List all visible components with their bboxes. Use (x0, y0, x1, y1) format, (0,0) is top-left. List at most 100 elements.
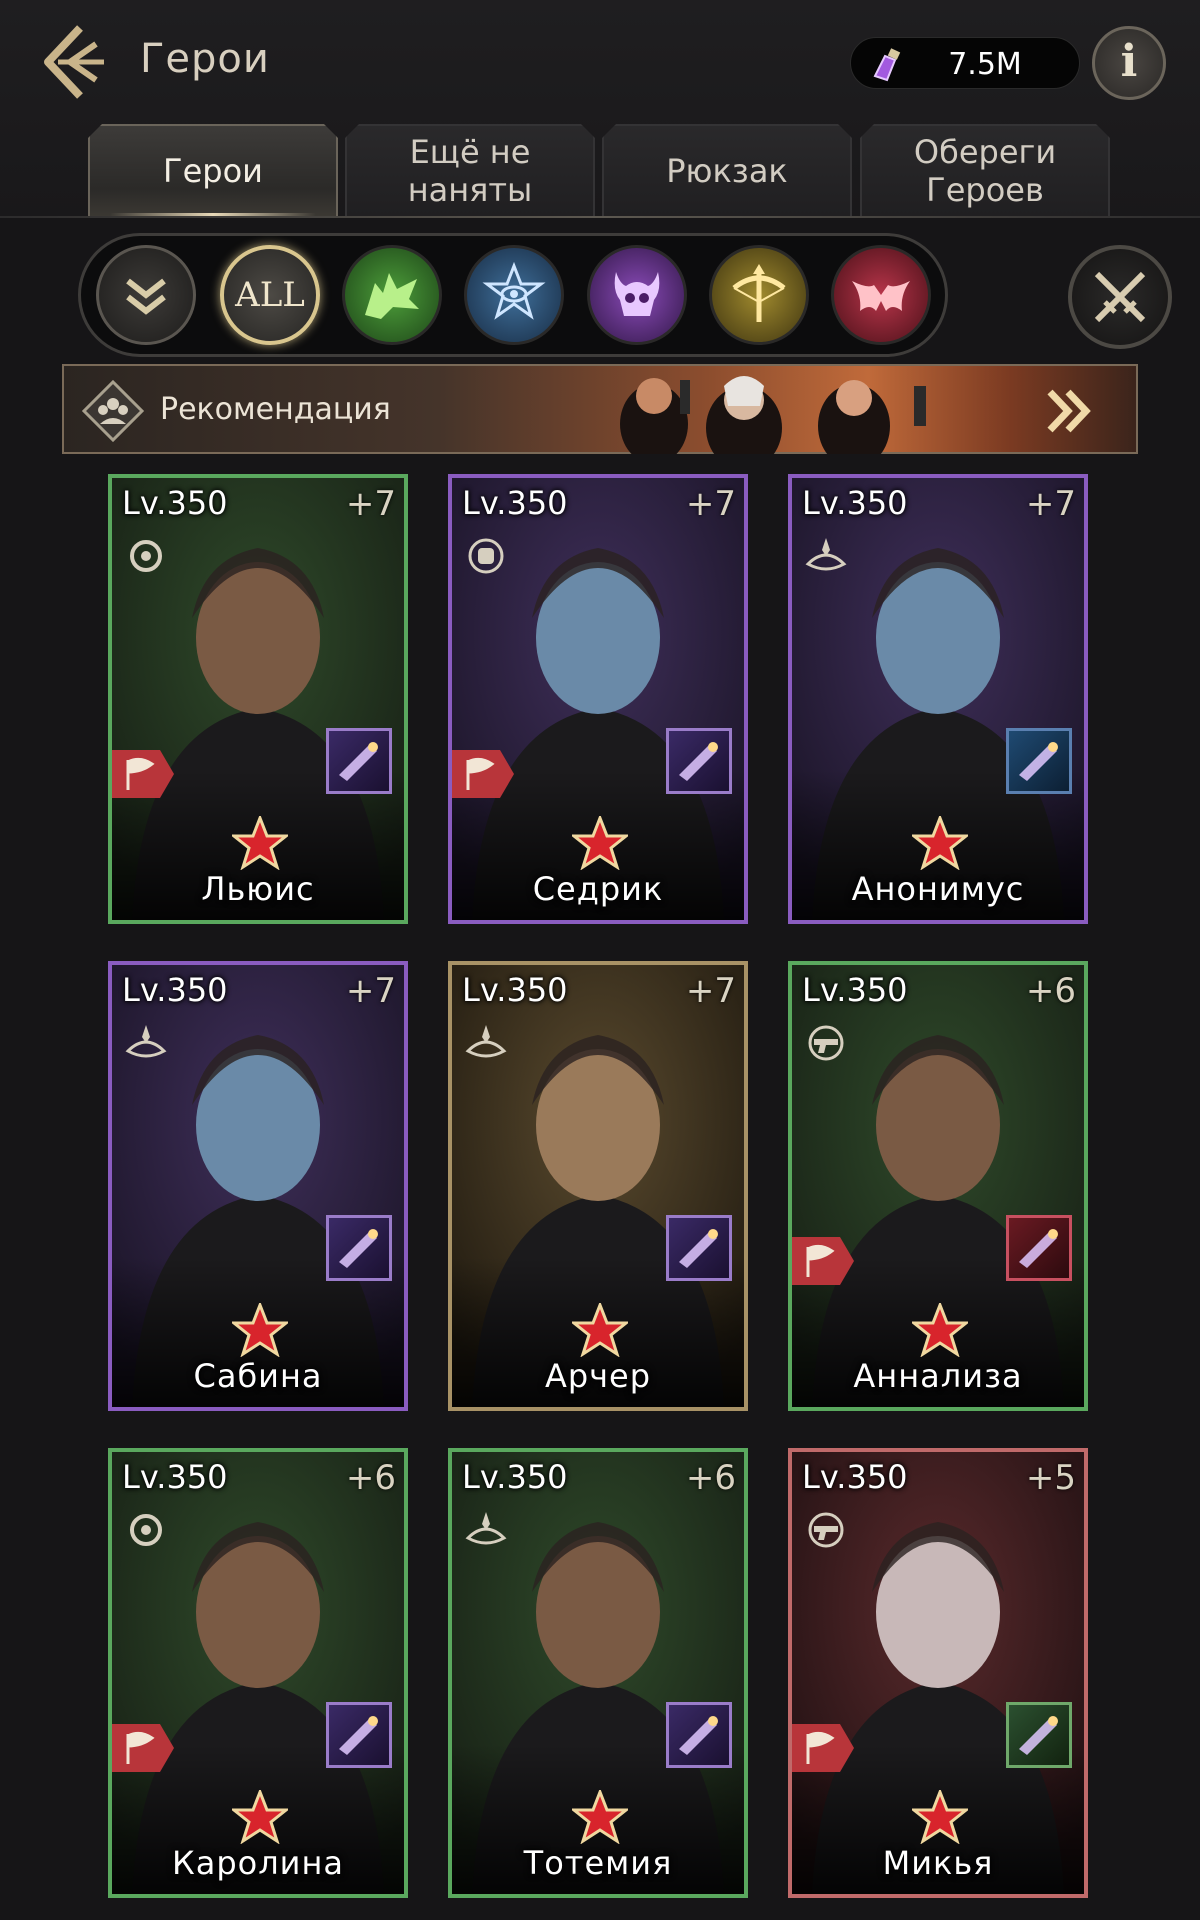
info-icon: i (1120, 36, 1138, 87)
scythe-icon[interactable] (666, 728, 732, 794)
hero-level: Lv.350 (462, 1458, 568, 1496)
lotus-class-icon (465, 1512, 507, 1545)
formation-button[interactable] (1068, 245, 1172, 349)
weapon-glyph (679, 1229, 718, 1268)
currency-display[interactable]: 7.5M (850, 37, 1080, 89)
hero-level: Lv.350 (462, 971, 568, 1009)
crossbow-faction-icon (732, 264, 786, 322)
weapon-glyph (1019, 742, 1058, 781)
hero-level: Lv.350 (802, 971, 908, 1009)
hero-card[interactable]: Lv.350 +6 Каролина (108, 1448, 408, 1898)
claws-icon[interactable] (326, 1702, 392, 1768)
flag-badge-icon (112, 750, 174, 798)
currency-amount: 7.5M (948, 47, 1022, 82)
fist-class-icon (468, 538, 504, 574)
recommended-heroes-art (620, 376, 926, 454)
hero-enhance-level: +7 (345, 971, 396, 1011)
tab-not-hired[interactable]: Ещё не наняты (345, 124, 595, 216)
hero-enhance-level: +6 (685, 1458, 736, 1498)
hero-card[interactable]: Lv.350 +5 Микья (788, 1448, 1088, 1898)
hero-enhance-level: +7 (685, 484, 736, 524)
pink-pistol-icon[interactable] (1006, 1215, 1072, 1281)
gear-class-icon (130, 540, 162, 572)
filter-crossbow-button[interactable] (709, 245, 809, 345)
golden-pistol-icon[interactable] (326, 728, 392, 794)
hero-card[interactable]: Lv.350 +7 Анонимус (788, 474, 1088, 924)
crossed-daggers-icon (1094, 271, 1146, 323)
wolf-faction-icon (365, 273, 419, 319)
red-star-icon (912, 1303, 968, 1357)
hero-name: Анонимус (851, 870, 1025, 908)
sickle-icon[interactable] (1006, 728, 1072, 794)
hero-level: Lv.350 (122, 971, 228, 1009)
eye-star-faction-icon (482, 262, 546, 320)
tab-divider (0, 216, 1200, 218)
lotus-class-icon (125, 1025, 167, 1058)
hero-card[interactable]: Lv.350 +7 Седрик (448, 474, 748, 924)
hero-enhance-level: +6 (1025, 971, 1076, 1011)
hero-name: Льюис (201, 870, 315, 908)
demon-skull-faction-icon (614, 272, 660, 316)
filter-all-label: ALL (235, 275, 305, 315)
wings-icon[interactable] (326, 1215, 392, 1281)
tab-hero-charms[interactable]: Обереги Героев (860, 124, 1110, 216)
hero-level: Lv.350 (122, 1458, 228, 1496)
red-star-icon (572, 816, 628, 870)
filter-bat-button[interactable] (831, 245, 931, 345)
hero-name: Арчер (544, 1357, 652, 1395)
filter-wolf-button[interactable] (342, 245, 442, 345)
flag-badge-icon (792, 1237, 854, 1285)
back-chevron-icon (44, 25, 104, 99)
hero-enhance-level: +5 (1025, 1458, 1076, 1498)
hero-level: Lv.350 (802, 484, 908, 522)
bat-faction-icon (852, 281, 910, 311)
weapon-glyph (339, 1716, 378, 1755)
red-star-icon (232, 1790, 288, 1844)
red-star-icon (572, 1790, 628, 1844)
hero-card[interactable]: Lv.350 +6 Тотемия (448, 1448, 748, 1898)
filter-collapse-button[interactable] (96, 245, 196, 345)
red-star-icon (572, 1303, 628, 1357)
filter-all-button[interactable]: ALL (220, 245, 320, 345)
dagger-icon[interactable] (1006, 1702, 1072, 1768)
hero-card[interactable]: Lv.350 +6 Аннализа (788, 961, 1088, 1411)
weapon-glyph (1019, 1716, 1058, 1755)
hero-enhance-level: +7 (1025, 484, 1076, 524)
hero-level: Lv.350 (122, 484, 228, 522)
filter-demon-button[interactable] (587, 245, 687, 345)
weapon-glyph (679, 1716, 718, 1755)
weapon-glyph (1019, 1229, 1058, 1268)
weapon-glyph (679, 742, 718, 781)
hero-card[interactable]: Lv.350 +7 Сабина (108, 961, 408, 1411)
red-star-icon (232, 1303, 288, 1357)
page-title: Герои (140, 36, 270, 82)
tab-heroes[interactable]: Герои (88, 124, 338, 216)
red-star-icon (912, 816, 968, 870)
red-star-icon (912, 1790, 968, 1844)
hero-enhance-level: +7 (685, 971, 736, 1011)
hero-name: Микья (882, 1844, 994, 1882)
hero-name: Тотемия (523, 1844, 673, 1882)
pistol-class-icon (808, 1512, 844, 1548)
flag-badge-icon (452, 750, 514, 798)
recommendation-banner[interactable]: Рекомендация (62, 364, 1138, 454)
filter-eye-button[interactable] (464, 245, 564, 345)
green-crystal-icon[interactable] (666, 1702, 732, 1768)
tab-bar: Герои Ещё не наняты Рюкзак Обереги Герое… (88, 124, 1110, 216)
flag-badge-icon (112, 1724, 174, 1772)
pistol-class-icon (808, 1025, 844, 1061)
hero-name: Сабина (193, 1357, 323, 1395)
red-star-icon (232, 816, 288, 870)
hero-card[interactable]: Lv.350 +7 Арчер (448, 961, 748, 1411)
weapon-glyph (339, 742, 378, 781)
weapon-glyph (339, 1229, 378, 1268)
hero-card[interactable]: Lv.350 +7 Льюис (108, 474, 408, 924)
gear-class-icon (130, 1514, 162, 1546)
info-button[interactable]: i (1092, 26, 1166, 100)
bow-icon[interactable] (666, 1215, 732, 1281)
back-button[interactable] (38, 22, 108, 102)
flag-badge-icon (792, 1724, 854, 1772)
hero-level: Lv.350 (462, 484, 568, 522)
tab-backpack[interactable]: Рюкзак (602, 124, 852, 216)
double-chevron-down-icon (126, 278, 166, 315)
